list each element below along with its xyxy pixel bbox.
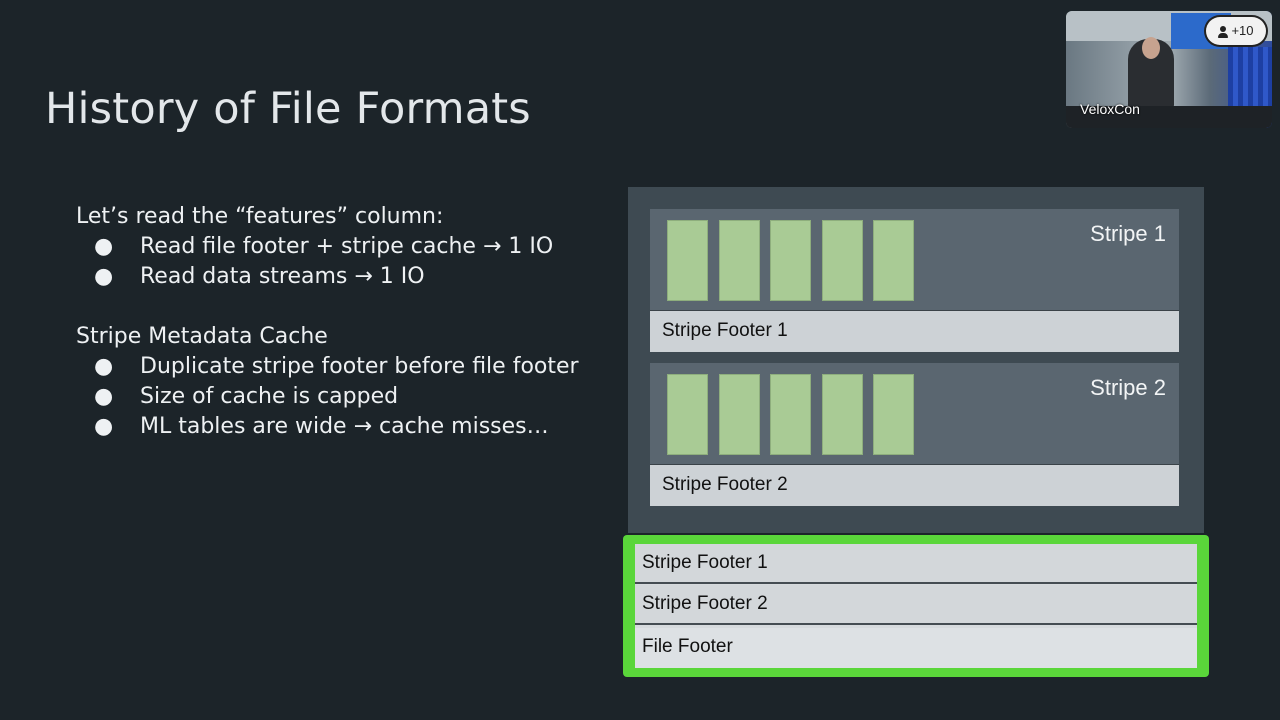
stripe-1: Stripe 1 Stripe Footer 1 [650,209,1179,352]
bullet-icon: ● [94,384,114,409]
cache-row-stripe-footer-1: Stripe Footer 1 [635,544,1197,584]
speaker-video-thumbnail[interactable]: VeloxCon +10 [1066,11,1272,128]
video-name-label: VeloxCon [1080,101,1140,117]
cache-rows: Stripe Footer 1 Stripe Footer 2 File Foo… [635,544,1197,668]
bullet-text: ML tables are wide → cache misses… [140,414,549,439]
cache-row-stripe-footer-2: Stripe Footer 2 [635,585,1197,625]
stripe-2: Stripe 2 Stripe Footer 2 [650,363,1179,506]
bullet-text: Read data streams → 1 IO [140,264,425,289]
speaker-head [1142,37,1160,59]
column-stream [719,374,760,455]
bullet-icon: ● [94,234,114,259]
bullet-list: ● Duplicate stripe footer before file fo… [76,352,580,442]
stripe-footer: Stripe Footer 1 [650,310,1179,352]
stripe-label: Stripe 2 [1090,375,1166,400]
column-stream [822,220,863,301]
user-icon [1218,25,1229,38]
bullet-list: ● Read file footer + stripe cache → 1 IO… [76,232,580,292]
stripe-cache-block: Stripe Metadata Cache ● Duplicate stripe… [76,322,580,442]
column-stream [719,220,760,301]
slide: History of File Formats Let’s read the “… [0,0,1280,720]
list-item: ● Read file footer + stripe cache → 1 IO [76,232,580,262]
stripe-label: Stripe 1 [1090,221,1166,246]
bullet-icon: ● [94,414,114,439]
list-item: ● Duplicate stripe footer before file fo… [76,352,580,382]
column-stream [873,374,914,455]
bullet-icon: ● [94,264,114,289]
column-stream [667,374,708,455]
block-heading: Let’s read the “features” column: [76,204,444,229]
bullet-text: Size of cache is capped [140,384,399,409]
features-read-block: Let’s read the “features” column: ● Read… [76,202,580,292]
cache-row-file-footer: File Footer [635,628,1197,668]
participants-count: +10 [1231,23,1254,38]
block-heading: Stripe Metadata Cache [76,324,328,349]
bullet-text: Duplicate stripe footer before file foot… [140,354,579,379]
participants-button[interactable]: +10 [1206,17,1266,45]
list-item: ● Read data streams → 1 IO [76,262,580,292]
column-stream [873,220,914,301]
column-stream [770,220,811,301]
column-stream [667,220,708,301]
column-stream [770,374,811,455]
list-item: ● Size of cache is capped [76,382,580,412]
bullet-text: Read file footer + stripe cache → 1 IO [140,234,554,259]
stripe-footer: Stripe Footer 2 [650,464,1179,506]
bullet-icon: ● [94,354,114,379]
list-item: ● ML tables are wide → cache misses… [76,412,580,442]
slide-title: History of File Formats [45,84,531,134]
column-stream [822,374,863,455]
stripe-metadata-cache: Stripe Footer 1 Stripe Footer 2 File Foo… [623,535,1209,677]
